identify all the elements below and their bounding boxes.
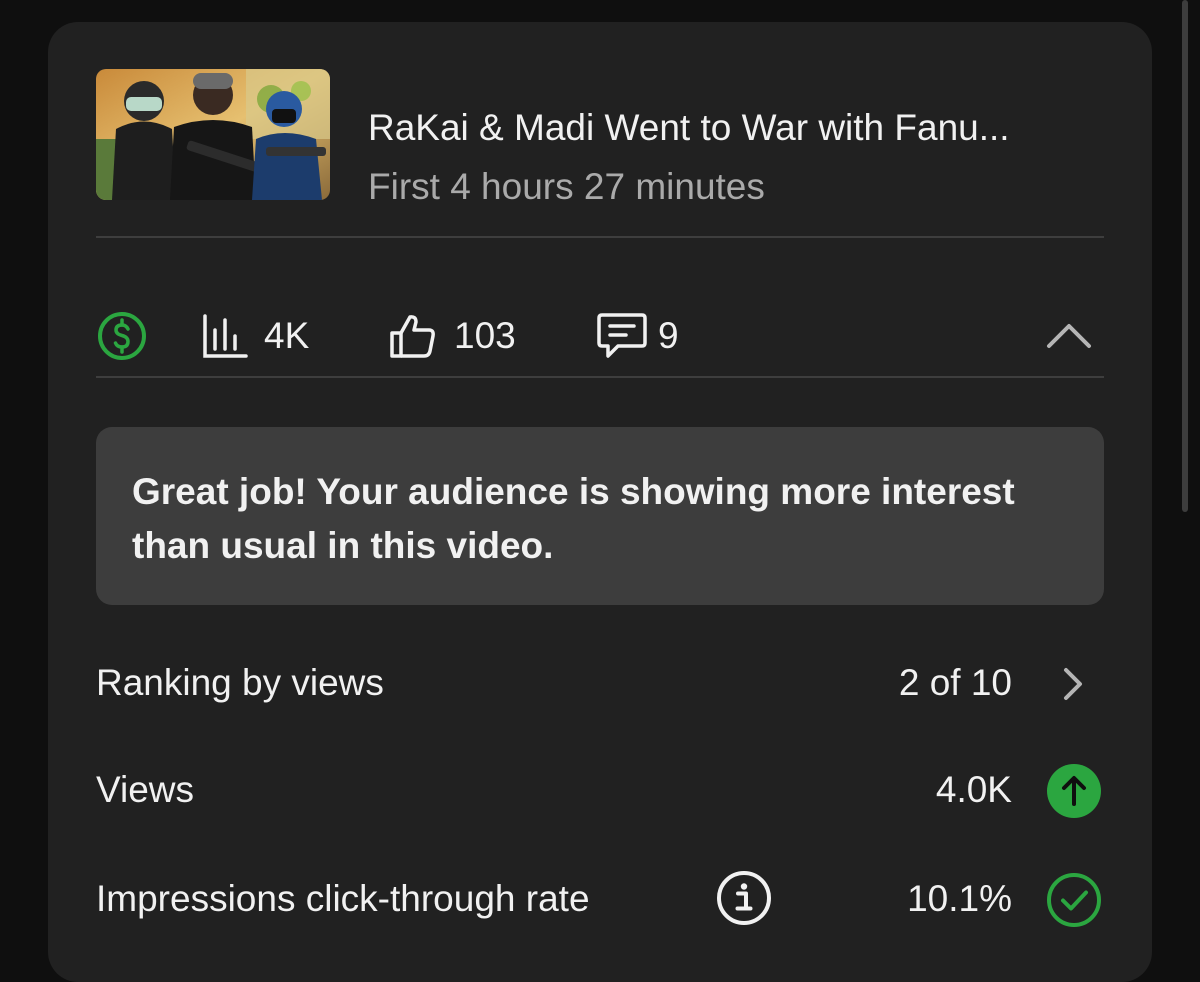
- metric-row-ctr: Impressions click-through rate 10.1%: [96, 870, 1104, 930]
- likes-stat[interactable]: 103: [388, 306, 516, 366]
- views-count: 4K: [264, 315, 310, 356]
- video-row[interactable]: RaKai & Madi Went to War with Fanu... Fi…: [96, 69, 1108, 207]
- metric-value: 2 of 10: [898, 662, 1012, 703]
- performance-banner: Great job! Your audience is showing more…: [96, 427, 1104, 605]
- arrow-up-icon: [1047, 764, 1101, 818]
- video-thumbnail[interactable]: [96, 69, 330, 200]
- video-time-period: First 4 hours 27 minutes: [368, 166, 765, 207]
- comments-stat[interactable]: 9: [596, 306, 679, 366]
- likes-count: 103: [454, 315, 516, 356]
- collapse-button[interactable]: [1046, 306, 1092, 366]
- thumbs-up-icon: [390, 315, 435, 358]
- monetization-status[interactable]: [96, 306, 148, 366]
- metric-value: 10.1%: [907, 878, 1012, 919]
- bar-chart-icon: [203, 314, 248, 358]
- chevron-right-icon[interactable]: [1046, 656, 1102, 712]
- thumbnail-image: [96, 69, 330, 200]
- page-scrollbar[interactable]: [1182, 0, 1188, 512]
- divider: [96, 236, 1104, 238]
- video-analytics-card: RaKai & Madi Went to War with Fanu... Fi…: [48, 22, 1152, 982]
- metric-row-ranking[interactable]: Ranking by views 2 of 10: [96, 654, 1104, 714]
- metric-label: Impressions click-through rate: [96, 878, 590, 919]
- dollar-icon: [98, 312, 146, 360]
- info-icon[interactable]: [716, 870, 772, 926]
- chevron-up-icon: [1047, 324, 1091, 348]
- metric-label: Ranking by views: [96, 662, 384, 703]
- video-title[interactable]: RaKai & Madi Went to War with Fanu...: [368, 107, 1108, 149]
- metric-label: Views: [96, 769, 195, 810]
- stats-row: 4K 103 9: [96, 306, 1104, 366]
- comment-icon: [597, 313, 647, 358]
- divider: [96, 376, 1104, 378]
- metric-value: 4.0K: [935, 769, 1012, 810]
- check-circle-icon: [1047, 873, 1101, 927]
- banner-message: Great job! Your audience is showing more…: [132, 471, 1015, 566]
- comments-count: 9: [658, 315, 679, 356]
- views-stat[interactable]: 4K: [200, 306, 309, 366]
- metric-row-views: Views 4.0K: [96, 761, 1104, 821]
